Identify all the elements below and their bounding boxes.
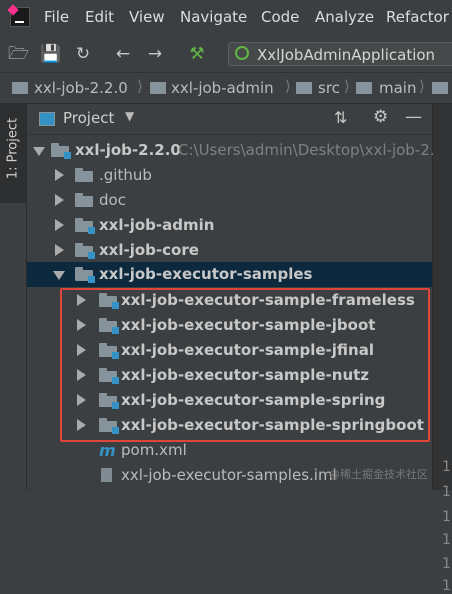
project-view-icon [39, 112, 55, 126]
tree-row[interactable]: xxl-job-admin [27, 213, 432, 238]
breadcrumb-separator: ⟩ [344, 77, 350, 95]
watermark: @稀土掘金技术社区 [329, 468, 428, 481]
back-arrow-icon[interactable]: ← [114, 45, 132, 63]
menu-edit[interactable]: Edit [85, 8, 114, 26]
expanded-arrow-icon[interactable] [53, 271, 65, 280]
line-number: 1 [442, 484, 451, 500]
tree-row[interactable]: doc [27, 188, 432, 213]
tree-path: C:\Users\admin\Desktop\xxl-job-2. [178, 141, 435, 159]
tree-row-selected[interactable]: xxl-job-executor-samples [27, 262, 432, 287]
menu-bar: File Edit View Navigate Code Analyze Ref… [0, 0, 452, 36]
project-panel-header: Project ▼ ⇅ ⚙ — [27, 104, 432, 135]
maven-icon: m [99, 441, 116, 460]
module-folder-icon [75, 218, 95, 234]
tree-row-root[interactable]: xxl-job-2.2.0 C:\Users\admin\Desktop\xxl… [27, 138, 435, 163]
tree-label: xxl-job-admin [99, 216, 215, 234]
spring-boot-icon [235, 46, 249, 60]
tree-label: xxl-job-core [99, 241, 199, 259]
tree-label: .github [99, 166, 152, 184]
folder-icon [296, 82, 312, 94]
forward-arrow-icon[interactable]: → [146, 45, 164, 63]
expanded-arrow-icon[interactable] [33, 147, 45, 156]
save-icon[interactable]: 💾 [40, 45, 61, 63]
folder-icon [356, 82, 372, 94]
breadcrumb-item[interactable]: main [379, 79, 416, 97]
collapsed-arrow-icon[interactable] [55, 244, 64, 256]
collapse-all-icon[interactable]: ⇅ [334, 108, 347, 127]
line-number: 1 [442, 556, 451, 572]
build-hammer-icon[interactable]: ⚒ [188, 45, 206, 63]
menu-navigate[interactable]: Navigate [180, 8, 247, 26]
chevron-down-icon[interactable]: ▼ [125, 109, 134, 123]
line-number: 1 [442, 509, 451, 525]
breadcrumb-item[interactable]: xxl-job-2.2.0 [34, 79, 128, 97]
toolbar: 🗁 💾 ↻ ← → ⚒ XxlJobAdminApplication [0, 36, 452, 73]
folder-icon [75, 168, 93, 182]
module-folder-icon [75, 243, 95, 259]
tree-label: xxl-job-2.2.0 [75, 141, 181, 159]
menu-analyze[interactable]: Analyze [315, 8, 374, 26]
collapsed-arrow-icon[interactable] [55, 194, 64, 206]
project-view-title[interactable]: Project [63, 109, 114, 127]
breadcrumb-item[interactable]: src [318, 79, 340, 97]
line-number: 1 [442, 532, 451, 548]
collapsed-arrow-icon[interactable] [55, 219, 64, 231]
folder-icon [12, 82, 28, 94]
iml-file-icon [101, 468, 112, 482]
module-folder-icon [51, 143, 71, 159]
menu-file[interactable]: File [44, 8, 69, 26]
folder-icon [432, 82, 448, 94]
tree-label: pom.xml [121, 441, 187, 459]
open-folder-icon[interactable]: 🗁 [8, 45, 29, 63]
menu-view[interactable]: View [129, 8, 165, 26]
tree-label: xxl-job-executor-samples.iml [121, 466, 337, 484]
breadcrumb-separator: ⟩ [285, 77, 291, 95]
breadcrumb-separator: ⟩ [137, 77, 143, 95]
project-tool-tab-label: 1: Project [5, 117, 21, 180]
menu-refactor[interactable]: Refactor [386, 8, 449, 26]
folder-icon [75, 193, 93, 207]
tree-row[interactable]: xxl-job-core [27, 238, 432, 263]
module-folder-icon [75, 267, 95, 283]
hide-panel-icon[interactable]: — [405, 107, 422, 127]
tree-label: xxl-job-executor-samples [99, 265, 313, 283]
intellij-logo-icon [10, 7, 30, 27]
editor-gutter: 1 1 1 1 1 1 [432, 104, 452, 594]
breadcrumb: xxl-job-2.2.0 ⟩ xxl-job-admin ⟩ src ⟩ ma… [0, 73, 452, 104]
breadcrumb-item[interactable]: xxl-job-admin [171, 79, 274, 97]
sync-icon[interactable]: ↻ [74, 45, 92, 63]
project-tool-tab[interactable]: 1: Project [0, 103, 26, 203]
gear-icon[interactable]: ⚙ [373, 107, 388, 127]
breadcrumb-separator: ⟩ [419, 77, 425, 95]
highlight-annotation-box [60, 288, 430, 442]
collapsed-arrow-icon[interactable] [55, 169, 64, 181]
tree-label: doc [99, 191, 126, 209]
run-configuration-label: XxlJobAdminApplication [257, 46, 436, 64]
line-number: 1 [442, 578, 451, 594]
menu-code[interactable]: Code [261, 8, 299, 26]
line-number: 1 [442, 459, 451, 475]
tree-row[interactable]: .github [27, 163, 432, 188]
module-folder-icon [150, 82, 166, 94]
run-configuration-select[interactable]: XxlJobAdminApplication [228, 42, 452, 66]
